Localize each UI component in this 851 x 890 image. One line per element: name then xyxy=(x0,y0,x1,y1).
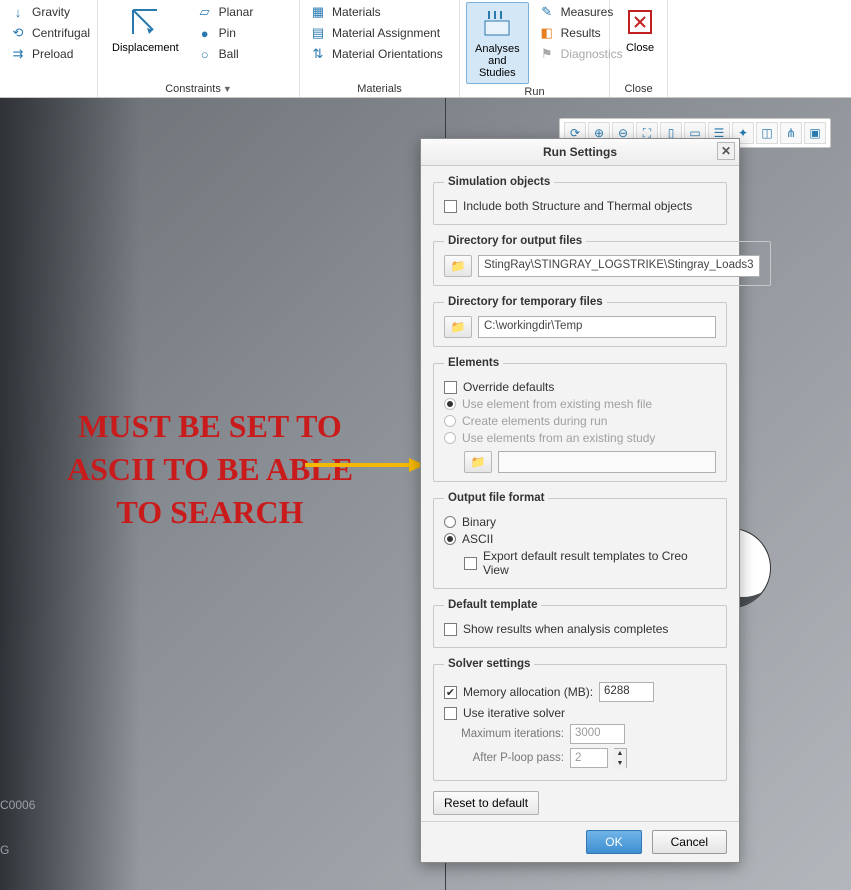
planar-icon: ▱ xyxy=(197,4,213,20)
max-iter-label: Maximum iterations: xyxy=(444,728,564,740)
create-elements-radio xyxy=(444,415,456,427)
temp-dir-group: Directory for temporary files 📁 C:\worki… xyxy=(433,296,727,347)
ribbon-group-run: Analyses and Studies ✎Measures ◧Results … xyxy=(460,0,610,97)
existing-mesh-radio xyxy=(444,398,456,410)
memory-input[interactable]: 6288 xyxy=(599,682,654,702)
ribbon-group-materials: ▦Materials ▤Material Assignment ⇅Materia… xyxy=(300,0,460,97)
assign-icon: ▤ xyxy=(310,25,326,41)
materials-icon: ▦ xyxy=(310,4,326,20)
default-template-group: Default template Show results when analy… xyxy=(433,599,727,648)
memory-label: Memory allocation (MB): xyxy=(463,685,593,699)
include-thermal-checkbox[interactable] xyxy=(444,200,457,213)
annotation-icon[interactable]: ◫ xyxy=(756,122,778,144)
run-settings-dialog: Run Settings ✕ Simulation objects Includ… xyxy=(420,138,740,863)
elements-group: Elements Override defaults Use element f… xyxy=(433,357,727,482)
ribbon-group-constraints: Displacement ▱Planar ●Pin ○Ball Constrai… xyxy=(98,0,300,97)
display-style-icon[interactable]: ▣ xyxy=(804,122,826,144)
displacement-icon xyxy=(129,6,161,38)
solver-settings-group: Solver settings ✔ Memory allocation (MB)… xyxy=(433,658,727,781)
ascii-label: ASCII xyxy=(462,532,493,546)
diagnostics-icon: ⚑ xyxy=(539,46,555,62)
viewport-label-2: G xyxy=(0,843,9,857)
output-dir-field[interactable]: StingRay\STINGRAY_LOGSTRIKE\Stingray_Loa… xyxy=(478,255,760,277)
iterative-label: Use iterative solver xyxy=(463,706,565,720)
planar-button[interactable]: ▱Planar xyxy=(193,2,258,22)
centrifugal-icon: ⟲ xyxy=(10,25,26,41)
close-button[interactable]: Close xyxy=(616,2,664,58)
output-dir-group: Directory for output files 📁 StingRay\ST… xyxy=(433,235,771,286)
memory-checkbox[interactable]: ✔ xyxy=(444,686,457,699)
ploop-label: After P-loop pass: xyxy=(444,752,564,764)
ploop-spinner: ▲▼ xyxy=(614,748,627,768)
existing-study-radio xyxy=(444,432,456,444)
centrifugal-button[interactable]: ⟲Centrifugal xyxy=(6,23,94,43)
material-assignment-button[interactable]: ▤Material Assignment xyxy=(306,23,447,43)
close-icon xyxy=(624,6,656,38)
pin-button[interactable]: ●Pin xyxy=(193,23,258,43)
preload-button[interactable]: ⇉Preload xyxy=(6,44,94,64)
override-defaults-checkbox[interactable] xyxy=(444,381,457,394)
dialog-title: Run Settings ✕ xyxy=(421,139,739,166)
preload-icon: ⇉ xyxy=(10,46,26,62)
simulation-objects-group: Simulation objects Include both Structur… xyxy=(433,176,727,225)
binary-label: Binary xyxy=(462,515,496,529)
measures-icon: ✎ xyxy=(539,4,555,20)
study-field xyxy=(498,451,716,473)
chevron-down-icon[interactable]: ▼ xyxy=(223,84,232,94)
ascii-radio[interactable] xyxy=(444,533,456,545)
user-annotation-arrow xyxy=(305,458,425,472)
gravity-icon: ↓ xyxy=(10,4,26,20)
cancel-button[interactable]: Cancel xyxy=(652,830,727,854)
materials-button[interactable]: ▦Materials xyxy=(306,2,447,22)
output-dir-browse-button[interactable]: 📁 xyxy=(444,255,472,277)
override-defaults-label: Override defaults xyxy=(463,380,554,394)
output-format-group: Output file format Binary ASCII Export d… xyxy=(433,492,727,589)
show-results-checkbox[interactable] xyxy=(444,623,457,636)
dialog-close-button[interactable]: ✕ xyxy=(717,142,735,160)
analyses-icon xyxy=(481,7,513,39)
ok-button[interactable]: OK xyxy=(586,830,641,854)
reset-button[interactable]: Reset to default xyxy=(433,791,539,815)
ploop-input: 2 xyxy=(570,748,608,768)
ribbon-group-close: Close Close xyxy=(610,0,668,97)
displacement-button[interactable]: Displacement xyxy=(104,2,187,58)
ribbon: ↓Gravity ⟲Centrifugal ⇉Preload Displacem… xyxy=(0,0,851,98)
datum-icon[interactable]: ⋔ xyxy=(780,122,802,144)
viewport-label-1: C0006 xyxy=(0,798,35,812)
include-thermal-label: Include both Structure and Thermal objec… xyxy=(463,199,692,213)
ball-icon: ○ xyxy=(197,46,213,62)
max-iter-input: 3000 xyxy=(570,724,625,744)
results-icon: ◧ xyxy=(539,25,555,41)
gravity-button[interactable]: ↓Gravity xyxy=(6,2,94,22)
material-orientations-button[interactable]: ⇅Material Orientations xyxy=(306,44,447,64)
ball-button[interactable]: ○Ball xyxy=(193,44,258,64)
export-creo-checkbox[interactable] xyxy=(464,557,477,570)
temp-dir-browse-button[interactable]: 📁 xyxy=(444,316,472,338)
export-creo-label: Export default result templates to Creo … xyxy=(483,549,716,577)
ribbon-group-loads: ↓Gravity ⟲Centrifugal ⇉Preload xyxy=(0,0,98,97)
show-results-label: Show results when analysis completes xyxy=(463,622,668,636)
pin-icon: ● xyxy=(197,25,213,41)
temp-dir-field[interactable]: C:\workingdir\Temp xyxy=(478,316,716,338)
analyses-and-studies-button[interactable]: Analyses and Studies xyxy=(466,2,529,84)
orient-icon: ⇅ xyxy=(310,46,326,62)
study-browse-button: 📁 xyxy=(464,451,492,473)
iterative-checkbox[interactable] xyxy=(444,707,457,720)
binary-radio[interactable] xyxy=(444,516,456,528)
